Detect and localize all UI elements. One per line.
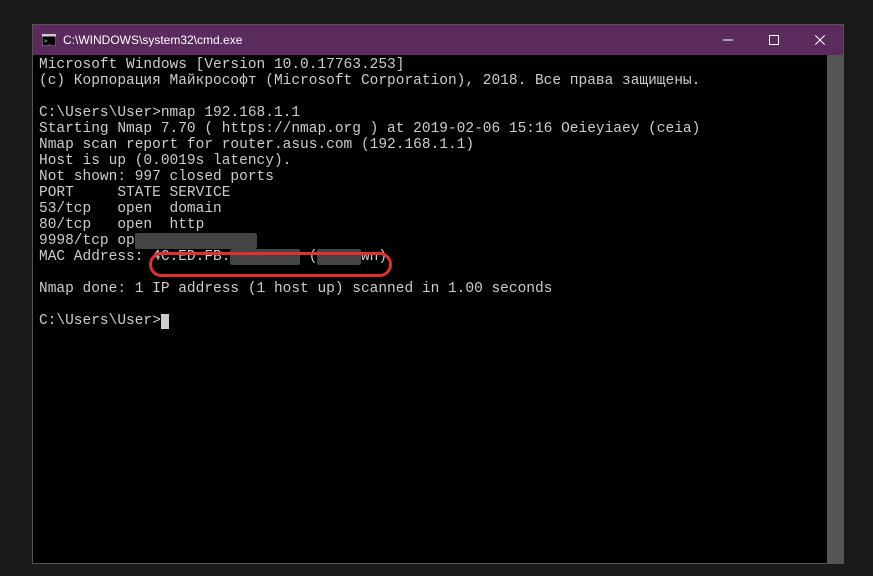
output-line: Nmap scan report for router.asus.com (19… <box>39 137 474 153</box>
output-line: Microsoft Windows [Version 10.0.17763.25… <box>39 57 404 73</box>
output-line: 9998/tcp op <box>39 233 135 249</box>
redacted-text: en distinct52 <box>135 233 257 249</box>
maximize-button[interactable] <box>751 25 797 55</box>
mac-address-label: MAC Address: <box>39 249 143 265</box>
mac-address-value: 4C:ED:FB: <box>143 249 230 265</box>
terminal-body[interactable]: Microsoft Windows [Version 10.0.17763.25… <box>33 55 843 563</box>
output-line: Host is up (0.0019s latency). <box>39 153 291 169</box>
svg-text:>_: >_ <box>44 38 52 45</box>
output-line: (c) Корпорация Майкрософт (Microsoft Cor… <box>39 73 700 89</box>
minimize-button[interactable] <box>705 25 751 55</box>
prompt: C:\Users\User> <box>39 105 161 121</box>
scrollbar-thumb[interactable] <box>827 55 843 563</box>
output-line: Not shown: 997 closed ports <box>39 169 274 185</box>
output-line: 80/tcp open http <box>39 217 204 233</box>
window-title: C:\WINDOWS\system32\cmd.exe <box>63 33 705 47</box>
output-line: Nmap done: 1 IP address (1 host up) scan… <box>39 281 552 297</box>
prompt: C:\Users\User> <box>39 313 161 329</box>
redacted-mac: XX:XX:XX <box>230 249 300 265</box>
titlebar[interactable]: >_ C:\WINDOWS\system32\cmd.exe <box>33 25 843 55</box>
output-line: PORT STATE SERVICE <box>39 185 230 201</box>
command: nmap 192.168.1.1 <box>161 105 300 121</box>
cmd-icon: >_ <box>41 32 57 48</box>
window-controls <box>705 25 843 55</box>
mac-suffix: wn) <box>361 249 387 265</box>
redacted-vendor: Unkno <box>317 249 361 265</box>
mac-paren: ( <box>300 249 317 265</box>
output-line: Starting Nmap 7.70 ( https://nmap.org ) … <box>39 121 700 137</box>
output-line: 53/tcp open domain <box>39 201 222 217</box>
close-button[interactable] <box>797 25 843 55</box>
cmd-window: >_ C:\WINDOWS\system32\cmd.exe Microsoft… <box>32 24 844 564</box>
scrollbar[interactable] <box>827 55 843 563</box>
terminal-output: Microsoft Windows [Version 10.0.17763.25… <box>39 57 837 329</box>
cursor <box>161 314 169 329</box>
